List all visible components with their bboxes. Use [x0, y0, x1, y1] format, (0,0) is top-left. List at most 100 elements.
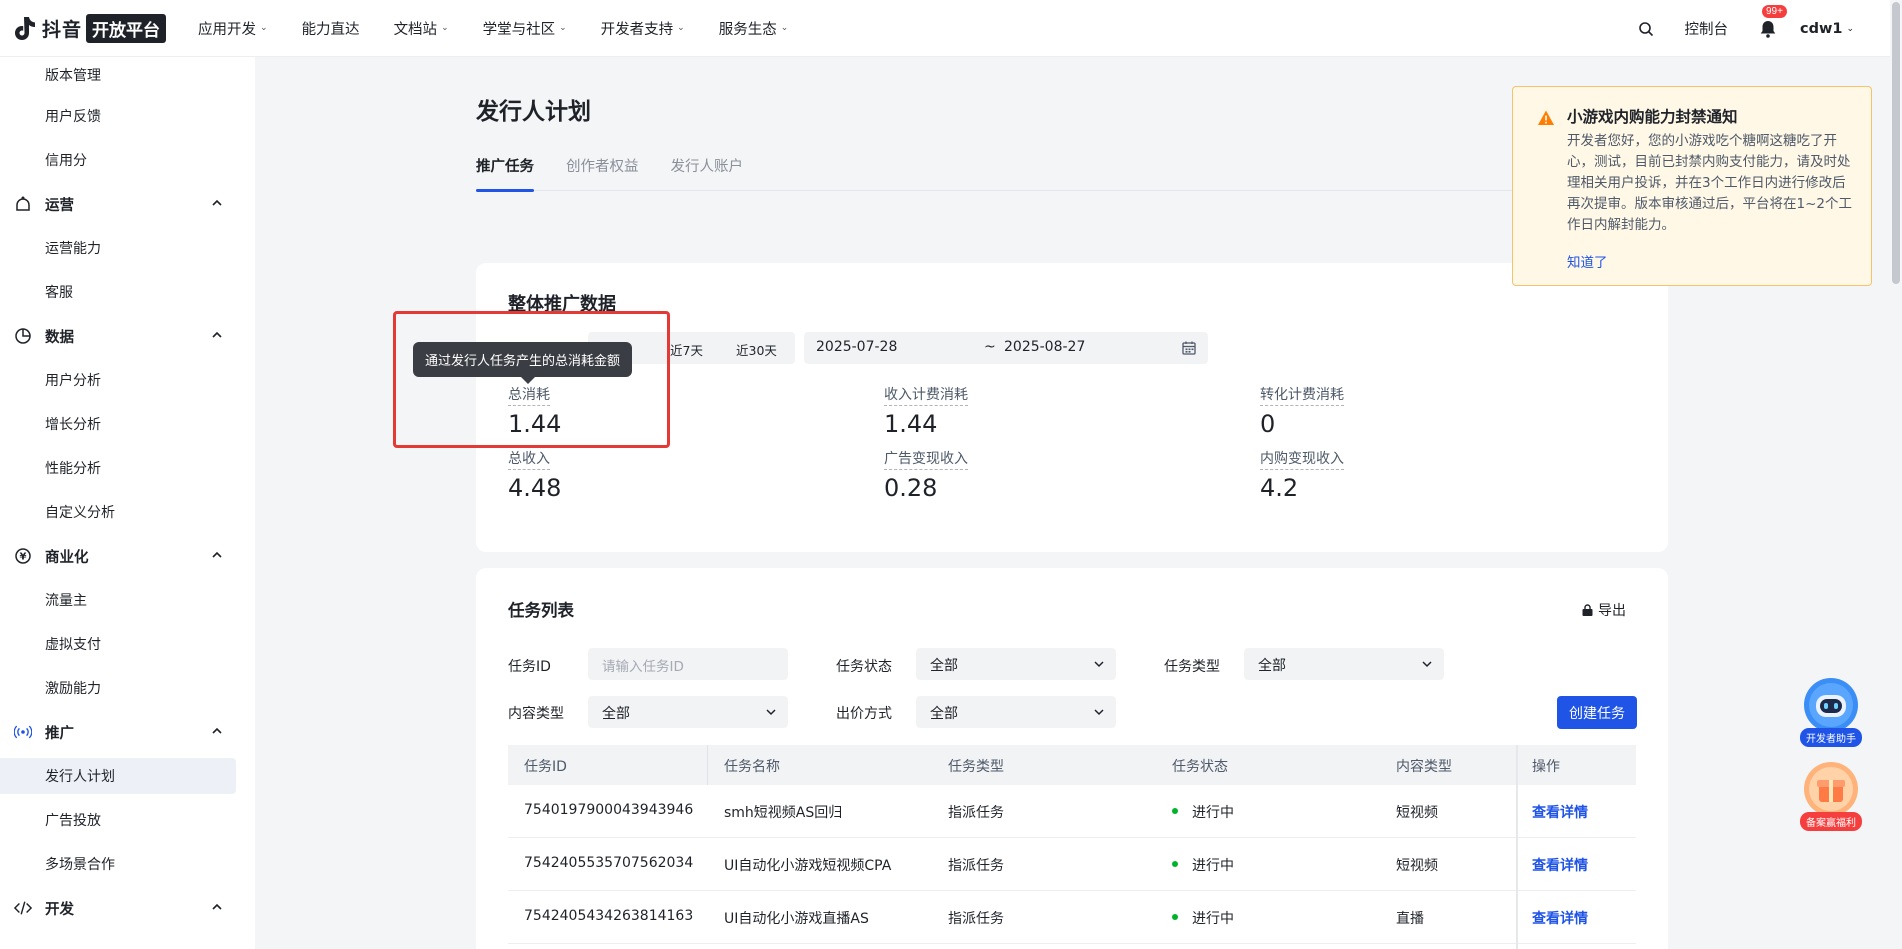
sidebar-item-label: 性能分析	[45, 461, 101, 477]
chevron-up-icon	[212, 331, 222, 338]
col-task-type: 任务类型	[948, 759, 1004, 775]
status-select[interactable]: 全部	[916, 648, 1116, 680]
operations-icon	[14, 195, 32, 213]
tab-publisher-account[interactable]: 发行人账户	[671, 155, 744, 191]
range-30d[interactable]: 近30天	[736, 340, 777, 359]
sidebar-item-support[interactable]: 客服	[0, 274, 236, 310]
tab-creator-benefits[interactable]: 创作者权益	[566, 155, 639, 191]
cell-task-type: 指派任务	[948, 911, 1004, 927]
sidebar-item-version[interactable]: 版本管理	[0, 57, 236, 93]
nav-academy[interactable]: 学堂与社区 ⌄	[483, 18, 567, 39]
nav-capabilities[interactable]: 能力直达	[302, 18, 360, 39]
export-button[interactable]: 导出	[1581, 600, 1626, 620]
cell-content-type: 直播	[1396, 911, 1424, 927]
cell-task-status: 进行中	[1172, 802, 1234, 822]
ban-notice: 小游戏内购能力封禁通知 开发者您好，您的小游戏吃个糖啊这糖吃了开心，测试，目前已…	[1512, 86, 1872, 286]
notice-body: 开发者您好，您的小游戏吃个糖啊这糖吃了开心，测试，目前已封禁内购支付能力，请及时…	[1567, 133, 1852, 233]
sidebar-item-label: 激励能力	[45, 681, 101, 697]
cell-task-name: UI自动化小游戏直播AS	[724, 911, 869, 927]
chevron-down-icon: ⌄	[559, 23, 567, 33]
sidebar-group-dev[interactable]: 开发	[0, 890, 236, 926]
sidebar-group-monetization[interactable]: ¥ 商业化	[0, 538, 236, 574]
sidebar-item-perf-analysis[interactable]: 性能分析	[0, 450, 236, 486]
sidebar-item-growth-analysis[interactable]: 增长分析	[0, 406, 236, 442]
dev-assistant-label: 开发者助手	[1800, 728, 1862, 747]
col-action: 操作	[1532, 759, 1560, 775]
sidebar-item-publisher-plan[interactable]: 发行人计划	[0, 758, 236, 794]
notification-button[interactable]: 99+	[1758, 4, 1787, 39]
username: cdw1	[1799, 20, 1843, 37]
view-details-link[interactable]: 查看详情	[1532, 855, 1588, 875]
chevron-up-icon	[212, 551, 222, 558]
tab-promotion-tasks[interactable]: 推广任务	[476, 155, 534, 192]
notice-ack-link[interactable]: 知道了	[1567, 251, 1608, 271]
sidebar-item-custom-analysis[interactable]: 自定义分析	[0, 494, 236, 530]
sidebar-group-ops[interactable]: 运营	[0, 186, 236, 222]
sidebar-item-ops-ability[interactable]: 运营能力	[0, 230, 236, 266]
sidebar-group-label: 数据	[45, 329, 74, 346]
sidebar-item-incentive[interactable]: 激励能力	[0, 670, 236, 706]
metric-ad-income-label[interactable]: 广告变现收入	[884, 448, 968, 470]
sidebar-item-user-analysis[interactable]: 用户分析	[0, 362, 236, 398]
sidebar-item-ads[interactable]: 广告投放	[0, 802, 236, 838]
view-details-link[interactable]: 查看详情	[1532, 908, 1588, 928]
logo[interactable]: 抖音 开放平台	[14, 13, 167, 43]
sidebar-item-label: 虚拟支付	[45, 637, 101, 653]
sidebar-item-label: 自定义分析	[45, 505, 115, 521]
dev-assistant-button[interactable]: 开发者助手	[1799, 676, 1863, 747]
page-scrollbar[interactable]	[1890, 0, 1902, 949]
sidebar-item-traffic-owner[interactable]: 流量主	[0, 582, 236, 618]
chevron-up-icon	[212, 903, 222, 910]
user-menu[interactable]: cdw1 ⌄	[1800, 21, 1854, 37]
sidebar-item-feedback[interactable]: 用户反馈	[0, 98, 236, 134]
nav-ecosystem[interactable]: 服务生态 ⌄	[719, 18, 789, 39]
chevron-down-icon	[766, 709, 776, 716]
sidebar-item-label: 版本管理	[45, 68, 101, 84]
metric-total-income-label[interactable]: 总收入	[508, 448, 550, 470]
chevron-up-icon	[212, 199, 222, 206]
top-navigation: 抖音 开放平台 应用开发 ⌄ 能力直达 文档站 ⌄ 学堂与社区 ⌄ 开发者支持 ⌄ 服务…	[0, 0, 1890, 57]
content-select[interactable]: 全部	[588, 696, 788, 728]
view-details-link[interactable]: 查看详情	[1532, 802, 1588, 822]
search-icon[interactable]	[1638, 21, 1654, 37]
column-divider[interactable]	[707, 745, 708, 785]
benefit-label: 备案赢福利	[1800, 812, 1862, 831]
sidebar-item-label: 发行人计划	[45, 769, 115, 785]
type-select[interactable]: 全部	[1244, 648, 1444, 680]
sidebar-group-data[interactable]: 数据	[0, 318, 236, 354]
nav-dev-support[interactable]: 开发者支持 ⌄	[601, 18, 685, 39]
cell-task-name: smh短视频AS回归	[724, 805, 843, 821]
task-id-input[interactable]: 请输入任务ID	[588, 648, 788, 680]
cell-task-type: 指派任务	[948, 858, 1004, 874]
cell-task-status: 进行中	[1172, 855, 1234, 875]
col-task-status: 任务状态	[1172, 759, 1228, 775]
cell-task-name: UI自动化小游戏短视频CPA	[724, 858, 892, 874]
sidebar-group-promotion[interactable]: 推广	[0, 714, 236, 750]
metric-total-income-value: 4.48	[508, 474, 562, 502]
benefit-button[interactable]: 备案赢福利	[1799, 760, 1863, 831]
metric-conv-cost-label[interactable]: 转化计费消耗	[1260, 384, 1344, 406]
scrollbar-thumb[interactable]	[1892, 2, 1900, 284]
sidebar-item-virtual-pay[interactable]: 虚拟支付	[0, 626, 236, 662]
create-task-button[interactable]: 创建任务	[1557, 696, 1637, 729]
range-7d[interactable]: 近7天	[670, 340, 703, 359]
notice-title: 小游戏内购能力封禁通知	[1567, 108, 1738, 126]
warning-icon	[1538, 110, 1554, 125]
sidebar-item-credit[interactable]: 信用分	[0, 142, 236, 178]
nav-app-dev[interactable]: 应用开发 ⌄	[198, 18, 268, 39]
bid-select[interactable]: 全部	[916, 696, 1116, 728]
chevron-down-icon: ⌄	[1846, 23, 1854, 34]
metric-income-cost-label[interactable]: 收入计费消耗	[884, 384, 968, 406]
start-date: 2025-07-28	[816, 339, 898, 355]
table-row: 7542405535707562034 UI自动化小游戏短视频CPA 指派任务 …	[508, 838, 1636, 891]
robot-icon	[1804, 678, 1858, 732]
nav-docs[interactable]: 文档站 ⌄	[394, 18, 449, 39]
content-select-value: 全部	[602, 706, 630, 722]
metric-iap-income-label[interactable]: 内购变现收入	[1260, 448, 1344, 470]
sidebar-item-label: 运营能力	[45, 241, 101, 257]
chevron-down-icon	[1094, 661, 1104, 668]
cell-task-id: 7540197900043943946	[524, 802, 694, 818]
date-range-picker[interactable]: 2025-07-28 ~ 2025-08-27	[804, 332, 1208, 364]
sidebar-item-multi-scene[interactable]: 多场景合作	[0, 846, 236, 882]
console-link[interactable]: 控制台	[1684, 18, 1728, 39]
